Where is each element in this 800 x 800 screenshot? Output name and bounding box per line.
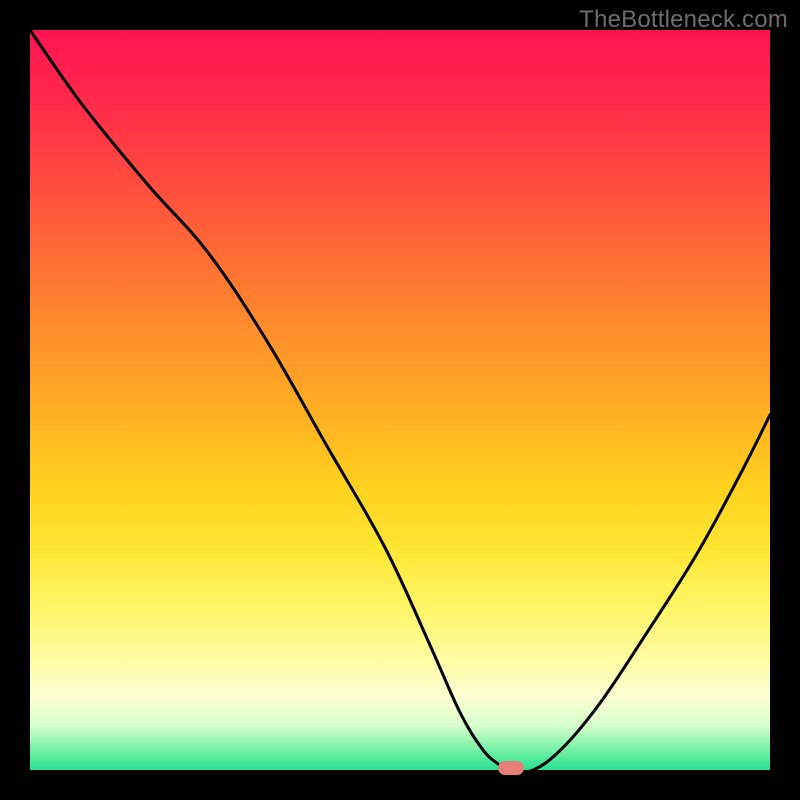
bottleneck-curve [30, 30, 770, 770]
chart-plot-area [30, 30, 770, 770]
optimal-point-marker [498, 761, 524, 775]
attribution-watermark: TheBottleneck.com [579, 6, 788, 34]
curve-path [30, 30, 770, 772]
chart-frame: TheBottleneck.com [0, 0, 800, 800]
